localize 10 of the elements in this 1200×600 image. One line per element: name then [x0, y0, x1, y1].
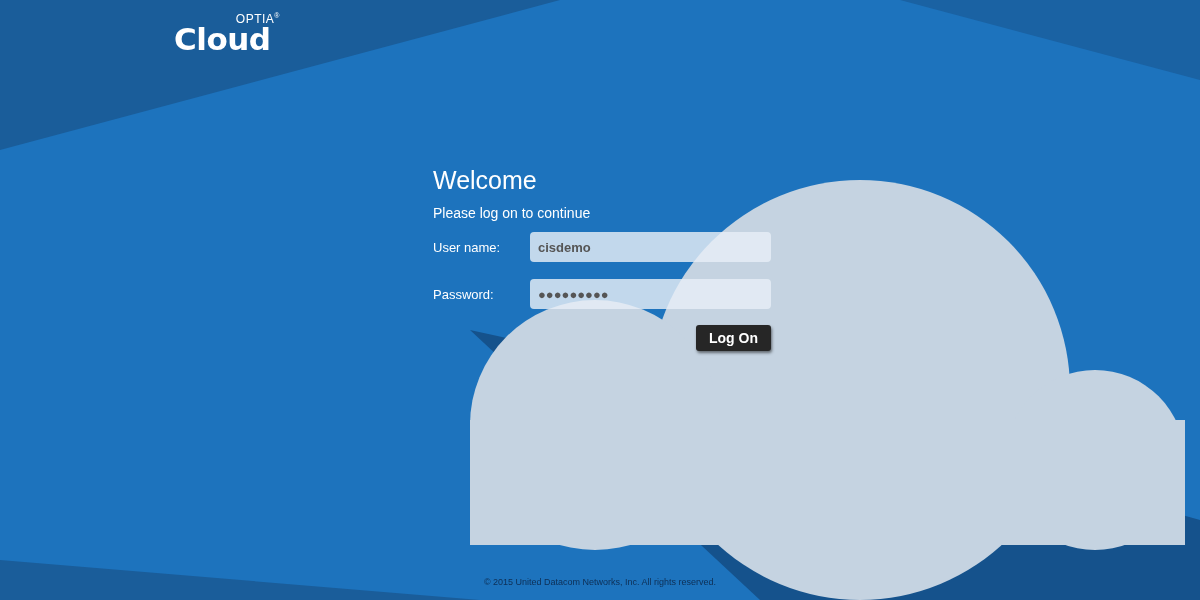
log-on-button[interactable]: Log On	[696, 325, 771, 351]
logo-wordmark: Cloud	[174, 25, 271, 53]
input-field[interactable]: cisdemo	[530, 232, 771, 262]
welcome-heading: Welcome	[433, 166, 538, 195]
input-field[interactable]: ●●●●●●●●●	[530, 279, 771, 309]
copyright-text: © 2015 United Datacom Networks, Inc. All rights reserved.	[482, 577, 718, 587]
field-label: User name:	[433, 239, 502, 255]
field-label: Password:	[433, 286, 495, 302]
form-subtitle: Please log on to continue	[433, 205, 592, 221]
logo-superscript: OPTIA$^{®}$	[235, 11, 280, 25]
